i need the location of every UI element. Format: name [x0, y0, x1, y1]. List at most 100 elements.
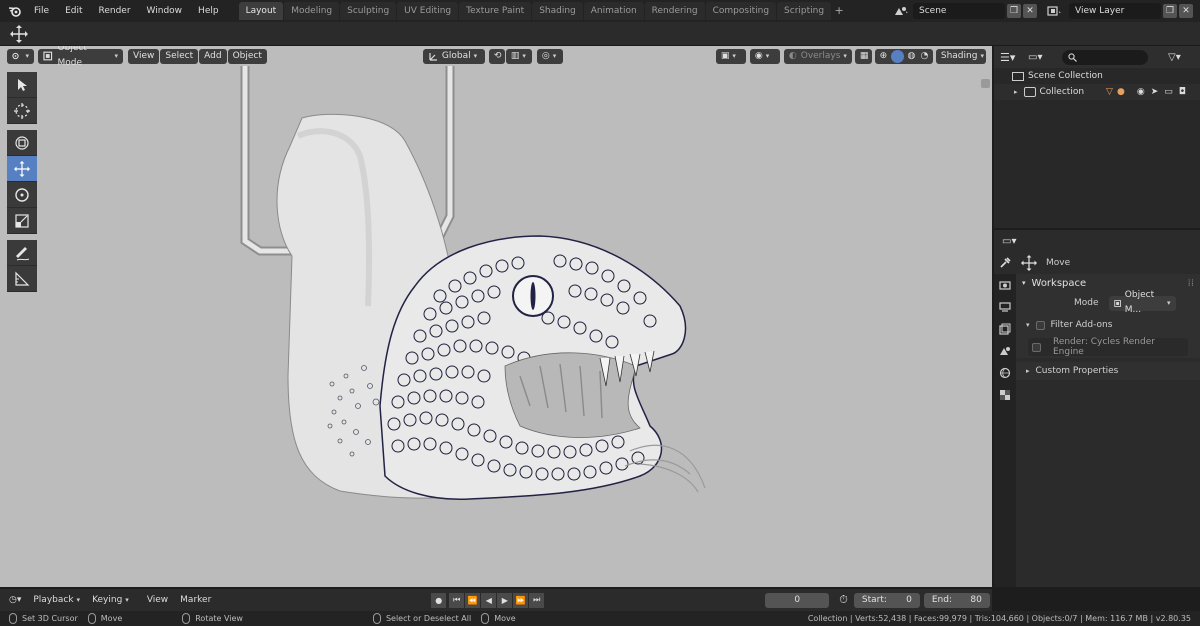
timeline-editor-icon[interactable]: ◷▾ [0, 595, 27, 605]
transform-orientation-dropdown[interactable]: Global ▾ [422, 48, 485, 64]
display-mode-icon[interactable]: ▭▾ [1028, 52, 1050, 63]
gizmo-visibility-icon[interactable]: ◉ ▾ [749, 48, 780, 64]
add-menu[interactable]: Add [199, 48, 227, 64]
select-menu[interactable]: Select [160, 48, 199, 64]
3d-viewport[interactable]: ▾ Object Mode ▾ View Select Add Object Gl… [0, 46, 992, 587]
menu-help[interactable]: Help [190, 0, 227, 22]
tab-compositing[interactable]: Compositing [705, 2, 777, 20]
start-frame-field[interactable]: Start: 0 [853, 592, 920, 608]
tab-shading[interactable]: Shading [532, 2, 583, 20]
overlays-icon: ◐ [788, 50, 797, 61]
workspace-panel-header[interactable]: ▾ Workspace ⁞⁞ [1016, 274, 1200, 292]
scene-icon[interactable] [893, 5, 913, 17]
custom-properties-header[interactable]: ▸ Custom Properties [1016, 362, 1200, 380]
play-icon[interactable]: ▶ [497, 592, 513, 608]
delete-scene-icon[interactable]: ✕ [1023, 4, 1037, 18]
tab-sculpting[interactable]: Sculpting [340, 2, 397, 20]
menu-window[interactable]: Window [139, 0, 191, 22]
blender-logo-icon[interactable] [4, 0, 26, 22]
scale-tool-icon[interactable] [7, 208, 37, 234]
filter-addons-row[interactable]: ▾ Filter Add-ons [1016, 314, 1200, 336]
output-tab-icon[interactable] [994, 296, 1016, 318]
tab-rendering[interactable]: Rendering [644, 2, 705, 20]
object-mode-dropdown[interactable]: Object Mode ▾ [38, 46, 123, 68]
delete-view-layer-icon[interactable]: ✕ [1179, 4, 1193, 18]
tab-texture-paint[interactable]: Texture Paint [459, 2, 532, 20]
editor-type-icon[interactable]: ▾ [7, 48, 34, 64]
chevron-down-icon: ▾ [732, 51, 736, 60]
proportional-editing-icon[interactable]: ◎ ▾ [536, 48, 563, 64]
new-view-layer-icon[interactable]: ❐ [1163, 4, 1177, 18]
add-workspace-button[interactable]: + [832, 2, 846, 20]
object-menu[interactable]: Object [227, 48, 267, 64]
rotate-tool-icon[interactable] [7, 182, 37, 208]
marker-menu[interactable]: Marker [174, 595, 217, 605]
tool-tab-icon[interactable] [994, 252, 1016, 274]
stopwatch-icon[interactable]: ⏱ [839, 593, 848, 607]
filter-icon[interactable]: ▽▾ [1168, 52, 1181, 63]
addon-checkbox[interactable] [1032, 342, 1041, 352]
tab-animation[interactable]: Animation [583, 2, 644, 20]
measure-tool-icon[interactable] [7, 266, 37, 292]
pivot-point-icon[interactable]: ⟲ [488, 48, 505, 64]
jump-start-icon[interactable]: ⏮ [449, 592, 465, 608]
timeline-view-menu[interactable]: View [141, 595, 174, 605]
transform-tool-icon[interactable] [7, 130, 37, 156]
new-scene-icon[interactable]: ❐ [1007, 4, 1021, 18]
jump-end-icon[interactable]: ⏭ [529, 592, 545, 608]
view-menu[interactable]: View [128, 48, 160, 64]
rendered-shading-icon[interactable]: ◔ [918, 49, 931, 64]
jump-prev-keyframe-icon[interactable]: ⏪ [465, 592, 481, 608]
render-camera-icon[interactable]: ◘ [1179, 87, 1186, 97]
properties-editor-icon[interactable]: ▭▾ [1002, 236, 1016, 247]
collapse-arrow-icon: ▾ [1022, 279, 1026, 287]
material-shading-icon[interactable]: ◍ [905, 49, 918, 64]
viewport-display-icon[interactable]: ▣ ▾ [715, 48, 746, 64]
play-reverse-icon[interactable]: ◀ [481, 592, 497, 608]
select-tool-icon[interactable] [7, 72, 37, 98]
shading-dropdown[interactable]: Shading ▾ [935, 48, 986, 64]
jump-next-keyframe-icon[interactable]: ⏩ [513, 592, 529, 608]
scene-tab-icon[interactable] [994, 340, 1016, 362]
menu-render[interactable]: Render [91, 0, 139, 22]
viewport-display-monitor-icon[interactable]: ▭ [1164, 87, 1173, 97]
drag-handle-icon[interactable]: ⁞⁞ [1188, 278, 1194, 289]
annotate-tool-icon[interactable] [7, 240, 37, 266]
xray-toggle-icon[interactable]: ▦ [854, 48, 872, 64]
scene-collection-label: Scene Collection [1028, 71, 1103, 81]
keying-menu[interactable]: Keying ▾ [86, 595, 135, 605]
wireframe-shading-icon[interactable]: ⊕ [877, 49, 890, 64]
tab-modeling[interactable]: Modeling [284, 2, 340, 20]
texture-tab-icon[interactable] [994, 384, 1016, 406]
tab-uv-editing[interactable]: UV Editing [397, 2, 459, 20]
overlays-dropdown[interactable]: ◐ Overlays ▾ [783, 48, 852, 64]
scene-collection-row[interactable]: Scene Collection [994, 68, 1200, 84]
cursor-tool-icon[interactable] [7, 98, 37, 124]
view-layer-icon[interactable] [1047, 5, 1069, 17]
render-tab-icon[interactable] [994, 274, 1016, 296]
tab-layout[interactable]: Layout [238, 2, 284, 20]
expand-arrow-icon[interactable]: ▸ [1014, 88, 1018, 96]
visibility-eye-icon[interactable]: ◉ [1137, 87, 1145, 97]
outliner-editor-icon[interactable]: ☰▾ [1000, 51, 1022, 64]
viewport-corner-icon[interactable] [981, 79, 990, 88]
collection-row[interactable]: ▸ Collection ▽ ● ◉ ➤ ▭ ◘ [994, 84, 1200, 100]
world-tab-icon[interactable] [994, 362, 1016, 384]
record-button-icon[interactable]: ● [431, 592, 447, 608]
view-layer-tab-icon[interactable] [994, 318, 1016, 340]
menu-edit[interactable]: Edit [57, 0, 90, 22]
playback-menu[interactable]: Playback ▾ [27, 595, 86, 605]
view-layer-name-field[interactable]: View Layer [1069, 3, 1161, 19]
menu-file[interactable]: File [26, 0, 57, 22]
mode-dropdown[interactable]: Object M... ▾ [1108, 290, 1176, 315]
move-tool-button-icon[interactable] [7, 156, 37, 182]
scene-name-field[interactable]: Scene [913, 3, 1005, 19]
snap-icon[interactable]: ▥ ▾ [505, 48, 532, 64]
current-frame-field[interactable]: 0 [765, 592, 830, 608]
tab-scripting[interactable]: Scripting [777, 2, 832, 20]
solid-shading-icon[interactable] [890, 49, 904, 63]
selectable-cursor-icon[interactable]: ➤ [1151, 87, 1159, 97]
filter-addons-checkbox[interactable] [1035, 320, 1045, 330]
end-frame-field[interactable]: End: 80 [923, 592, 990, 608]
outliner-search-input[interactable] [1062, 49, 1148, 65]
